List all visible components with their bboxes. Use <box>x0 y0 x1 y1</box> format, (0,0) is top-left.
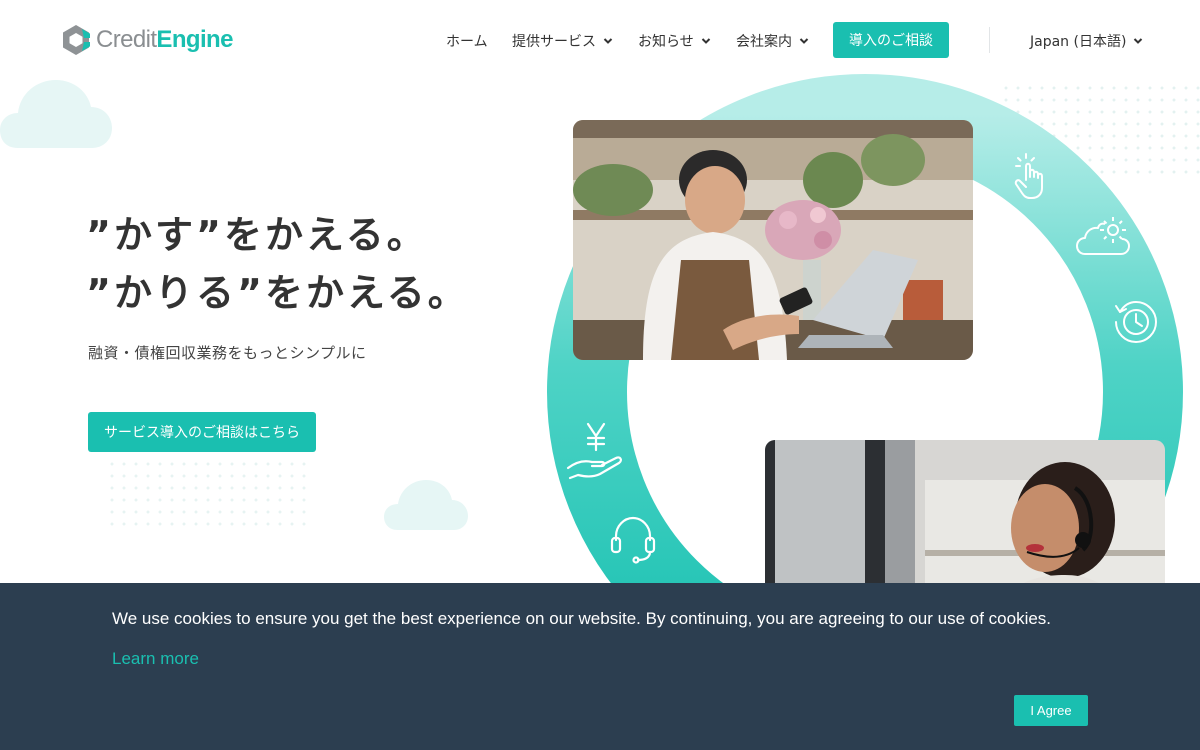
history-icon <box>1115 301 1157 343</box>
hero-headline-line-1: ”かす”をかえる。 <box>86 213 428 257</box>
florist-with-phone-photo <box>573 120 973 360</box>
cookie-message: We use cookies to ensure you get the bes… <box>112 609 1052 628</box>
tap-icon <box>1014 153 1043 199</box>
yen-hand-icon <box>566 422 622 480</box>
cookie-agree-button[interactable]: I Agree <box>1014 695 1088 726</box>
page: CreditEngine ホーム 提供サービス お知らせ 会社案内 導入のご相談… <box>0 0 1200 750</box>
hero-subtitle: 融資・債権回収業務をもっとシンプルに <box>88 344 367 362</box>
hero-headline-line-2: ”かりる”をかえる。 <box>86 271 469 315</box>
cookie-banner: We use cookies to ensure you get the bes… <box>0 583 1200 750</box>
headset-icon <box>610 516 656 564</box>
cloud-gear-icon <box>1076 217 1130 255</box>
hero-consultation-button[interactable]: サービス導入のご相談はこちら <box>88 412 316 452</box>
cookie-learn-more-link[interactable]: Learn more <box>112 648 199 670</box>
hero-headline: ”かす”をかえる。 ”かりる”をかえる。 <box>86 206 469 322</box>
